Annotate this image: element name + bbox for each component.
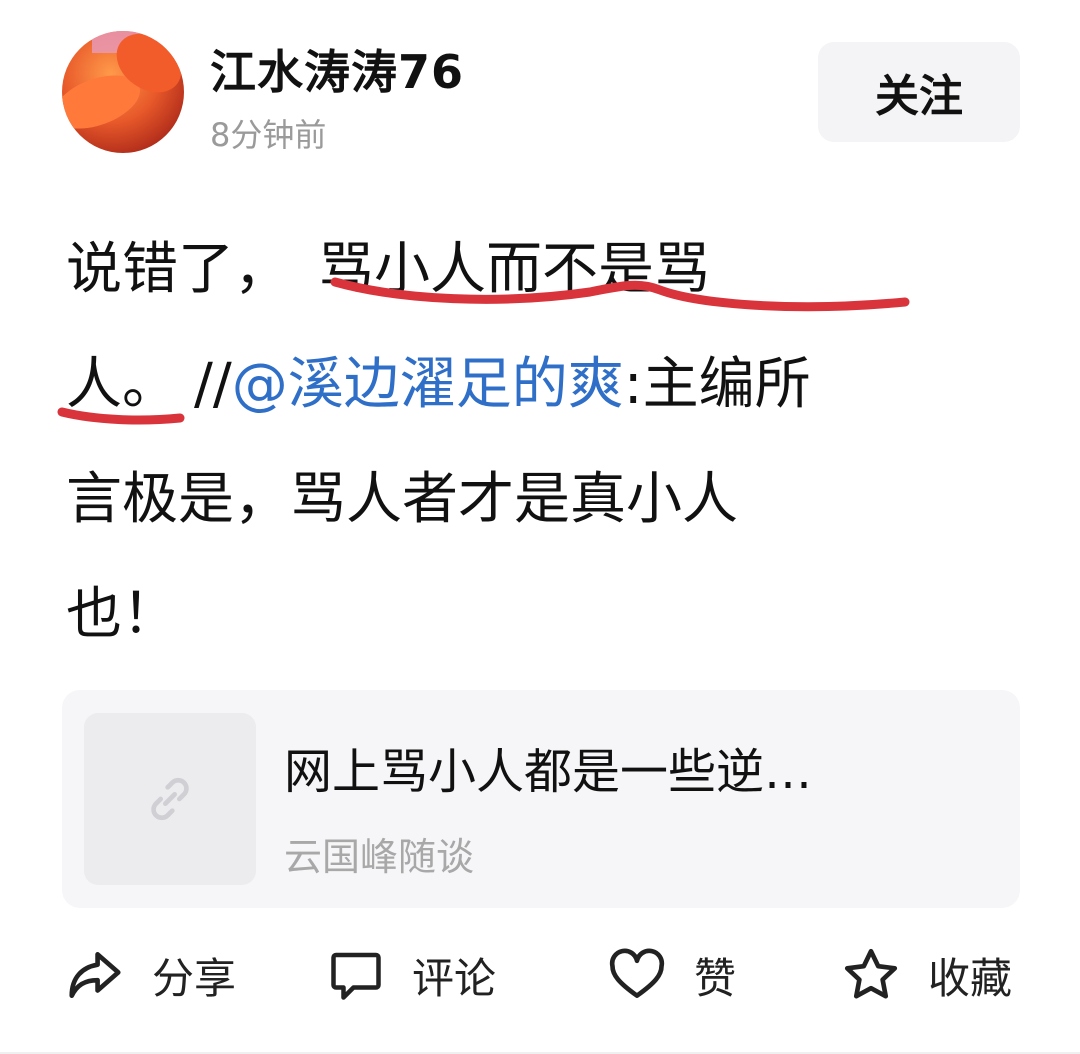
link-card-title: 网上骂小人都是一些逆… [284, 744, 813, 800]
post-time: 8分钟前 [210, 116, 327, 154]
action-bar: 分享 评论 赞 收藏 [0, 930, 1080, 1030]
favorite-button[interactable]: 收藏 [840, 930, 1012, 1020]
link-thumbnail [84, 713, 256, 885]
underlined-text: 骂小人而不是骂 [318, 237, 710, 302]
star-icon [844, 948, 898, 999]
like-icon [609, 948, 665, 998]
content-line-4: 也！ [66, 582, 178, 647]
link-icon [151, 777, 189, 821]
avatar[interactable] [62, 31, 184, 153]
author-name[interactable]: 江水涛涛76 [210, 36, 464, 102]
favorite-label: 收藏 [928, 953, 1013, 1003]
like-button[interactable]: 赞 [606, 930, 736, 1020]
post-header: 江水涛涛76 8分钟前 关注 [0, 0, 1080, 170]
share-icon [69, 952, 121, 998]
content-text: 说错了， [66, 237, 290, 302]
content-text: // [194, 352, 232, 417]
comment-icon [331, 952, 381, 1000]
content-text: :主编所 [623, 352, 811, 417]
underlined-text: 人。 [66, 352, 178, 417]
content-line-3: 言极是，骂人者才是真小人 [66, 467, 738, 532]
content-line-1: 说错了， 骂小人而不是骂 [66, 212, 710, 327]
follow-button[interactable]: 关注 [818, 42, 1020, 142]
content-line-2: 人。//@溪边濯足的爽:主编所 [66, 327, 811, 442]
comment-button[interactable]: 评论 [326, 930, 496, 1020]
comment-label: 评论 [412, 953, 497, 1003]
link-card-source: 云国峰随谈 [284, 835, 475, 879]
mention-link[interactable]: @溪边濯足的爽 [232, 352, 624, 417]
share-button[interactable]: 分享 [64, 930, 236, 1020]
share-label: 分享 [152, 953, 237, 1003]
like-label: 赞 [694, 953, 737, 1003]
link-card[interactable]: 网上骂小人都是一些逆… 云国峰随谈 [62, 690, 1020, 908]
